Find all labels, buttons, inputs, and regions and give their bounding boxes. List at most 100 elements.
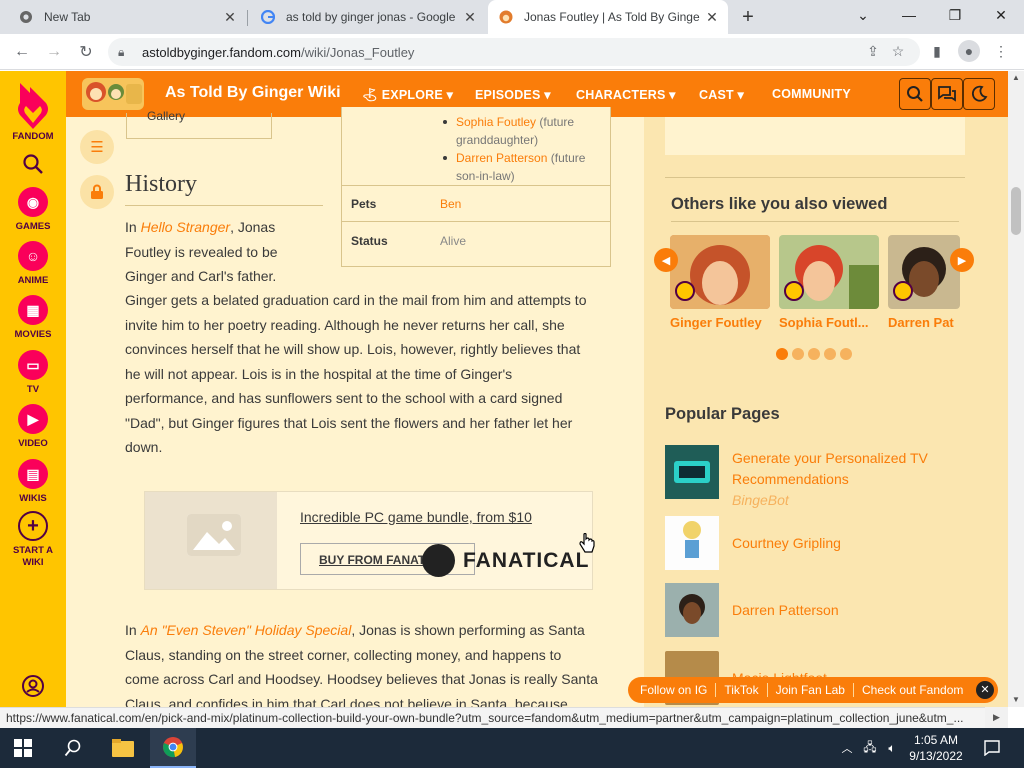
taskbar-clock[interactable]: 1:05 AM 9/13/2022 [900, 732, 972, 764]
relative-link[interactable]: Sophia Foutley [456, 115, 536, 129]
carousel-next-button[interactable]: ▶ [950, 248, 974, 272]
follow-on-ig-link[interactable]: Follow on IG [628, 683, 717, 697]
vertical-scrollbar[interactable]: ▲ ▼ [1008, 71, 1024, 707]
card-label[interactable]: Ginger Foutley [670, 315, 774, 330]
nav-explore[interactable]: ⛳︎ EXPLORE ▾ [362, 87, 453, 103]
ad-headline-link[interactable]: Incredible PC game bundle, from $10 [300, 509, 532, 525]
tab-new-tab[interactable]: New Tab ✕ [8, 0, 246, 34]
tab-jonas-foutley[interactable]: Jonas Foutley | As Told By Ginger ✕ [488, 0, 728, 34]
tab-close-icon[interactable]: ✕ [462, 9, 478, 25]
toc-item-gallery[interactable]: Gallery [147, 109, 185, 123]
restore-button[interactable]: ❐ [932, 0, 978, 30]
protection-button[interactable] [80, 175, 114, 209]
card-label[interactable]: Darren Pat [888, 315, 960, 330]
tab-close-icon[interactable]: ✕ [704, 9, 720, 25]
nav-characters[interactable]: CHARACTERS ▾ [576, 87, 676, 102]
chrome-taskbar-button[interactable] [150, 728, 196, 768]
sidebar-item-wikis[interactable]: ▤ WIKIS [0, 459, 66, 504]
close-icon[interactable]: ✕ [976, 681, 994, 699]
scroll-right-arrow-icon[interactable]: ▶ [985, 707, 1008, 728]
card-sophia-foutley[interactable] [779, 235, 879, 309]
browser-toolbar: ← → ↻ 🔒︎ astoldbyginger.fandom.com/wiki/… [0, 34, 1024, 70]
profile-avatar-icon[interactable]: ● [958, 40, 980, 62]
sidebar-item-video[interactable]: ▶ VIDEO [0, 404, 66, 449]
taskbar-search-button[interactable] [50, 728, 96, 768]
carousel-dot[interactable] [840, 348, 852, 360]
wiki-title[interactable]: As Told By Ginger Wiki [165, 84, 341, 102]
start-button[interactable] [0, 728, 46, 768]
fanatical-ad[interactable]: Incredible PC game bundle, from $10 BUY … [144, 491, 593, 590]
discussions-icon [938, 86, 956, 102]
nav-label: EPISODES [475, 88, 541, 102]
tab-google-search[interactable]: as told by ginger jonas - Google ✕ [250, 0, 486, 34]
address-bar[interactable]: 🔒︎ astoldbyginger.fandom.com/wiki/Jonas_… [108, 38, 920, 66]
card-label[interactable]: Sophia Foutl... [779, 315, 883, 330]
sidebar-item-games[interactable]: ◉ GAMES [0, 187, 66, 232]
forward-arrow-icon[interactable]: → [42, 40, 66, 64]
carousel-dot[interactable] [824, 348, 836, 360]
network-icon[interactable]: 🖧︎ [860, 728, 880, 768]
theme-toggle-button[interactable] [963, 78, 995, 110]
wiki-search-button[interactable] [899, 78, 931, 110]
fandom-logo[interactable]: FANDOM [0, 79, 66, 142]
tab-search-chevron-icon[interactable]: ⌄ [840, 0, 886, 30]
nav-community[interactable]: COMMUNITY [772, 87, 851, 101]
popular-item-title[interactable]: Courtney Gripling [732, 533, 841, 554]
wiki-logo[interactable] [82, 78, 144, 110]
popular-item-title[interactable]: Darren Patterson [732, 600, 839, 621]
fandom-search-button[interactable] [0, 153, 66, 175]
scrollbar-thumb[interactable] [1011, 187, 1021, 235]
fandom-brand-label: FANDOM [12, 131, 54, 142]
nav-episodes[interactable]: EPISODES ▾ [475, 87, 551, 102]
popular-item-darren[interactable]: Darren Patterson [665, 583, 995, 637]
relative-link[interactable]: Darren Patterson [456, 151, 547, 165]
file-explorer-button[interactable] [100, 728, 146, 768]
tray-chevron-up-icon[interactable]: ︿ [838, 728, 856, 768]
carousel-prev-button[interactable]: ◀ [654, 248, 678, 272]
popular-item-title[interactable]: Generate your Personalized TV [732, 448, 928, 469]
scroll-down-arrow-icon[interactable]: ▼ [1008, 693, 1024, 707]
popular-item-courtney[interactable]: Courtney Gripling [665, 516, 995, 570]
nav-label: CAST [699, 88, 734, 102]
bookmark-star-icon[interactable]: ☆ [887, 40, 909, 62]
carousel-dot[interactable] [808, 348, 820, 360]
card-ginger-foutley[interactable] [670, 235, 770, 309]
carousel-dot[interactable] [792, 348, 804, 360]
notification-center-button[interactable] [980, 728, 1004, 768]
close-window-button[interactable]: ✕ [978, 0, 1024, 30]
menu-kebab-icon[interactable]: ⋮ [990, 40, 1012, 62]
sidebar-item-anime[interactable]: ☺ ANIME [0, 241, 66, 286]
check-out-fandom-link[interactable]: Check out Fandom [854, 683, 971, 697]
reload-icon[interactable]: ↻ [74, 40, 98, 64]
toc-toggle-button[interactable]: ☰ [80, 130, 114, 164]
chrome-icon [163, 737, 183, 758]
tiktok-link[interactable]: TikTok [716, 683, 768, 697]
compass-icon: ⛳︎ [362, 88, 382, 102]
popular-item-title[interactable]: Recommendations [732, 469, 928, 490]
share-icon[interactable]: ⇪ [862, 40, 884, 62]
sidebar-item-tv[interactable]: ▭ TV [0, 350, 66, 395]
tab-close-icon[interactable]: ✕ [222, 9, 238, 25]
volume-icon[interactable]: 🔈︎ [882, 728, 902, 768]
sidebar-item-start-a-wiki[interactable]: + START A WIKI [0, 511, 66, 569]
scroll-up-arrow-icon[interactable]: ▲ [1008, 71, 1024, 85]
link-hello-stranger[interactable]: Hello Stranger [141, 219, 231, 235]
carousel-dot[interactable] [776, 348, 788, 360]
text-line: invite him to her poetry reading. Althou… [125, 316, 565, 333]
tab-title: as told by ginger jonas - Google [286, 10, 456, 24]
back-arrow-icon[interactable]: ← [10, 40, 34, 64]
new-tab-button[interactable]: + [736, 5, 760, 29]
link-even-steven-holiday-special[interactable]: An "Even Steven" Holiday Special [141, 622, 352, 638]
discussions-button[interactable] [931, 78, 963, 110]
sidebar-item-movies[interactable]: ▦ MOVIES [0, 295, 66, 340]
infobox-value-link[interactable]: Ben [440, 197, 461, 211]
side-panel-icon[interactable]: ▮ [926, 40, 948, 62]
sidebar-item-label: VIDEO [18, 438, 48, 449]
card-darren-patterson[interactable] [888, 235, 960, 309]
infobox-key: Pets [351, 197, 377, 211]
popular-item-bingebot[interactable]: Generate your Personalized TV Recommenda… [665, 445, 995, 508]
nav-cast[interactable]: CAST ▾ [699, 87, 744, 102]
minimize-button[interactable]: — [886, 0, 932, 30]
user-account-button[interactable] [0, 674, 66, 698]
join-fan-lab-link[interactable]: Join Fan Lab [768, 683, 854, 697]
